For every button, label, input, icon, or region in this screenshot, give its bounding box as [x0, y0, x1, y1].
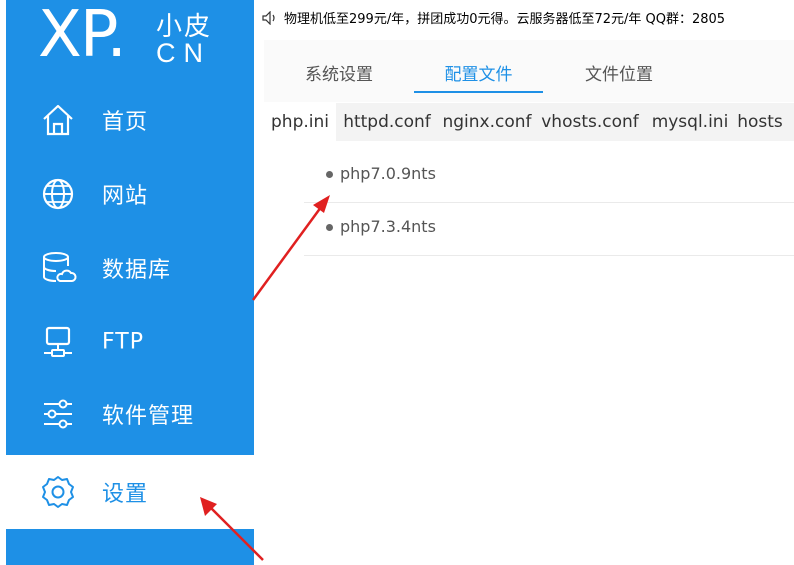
sidebar-item-ftp[interactable]: FTP	[6, 305, 254, 379]
subtab-php-ini[interactable]: php.ini	[264, 103, 336, 141]
sidebar-item-label: 软件管理	[102, 404, 195, 429]
sidebar-item-home[interactable]: 首页	[6, 83, 254, 157]
bullet-icon	[326, 224, 333, 231]
sidebar-item-label: 数据库	[102, 258, 172, 283]
tab-config-files[interactable]: 配置文件	[414, 60, 543, 93]
config-file-tabs: php.ini httpd.conf nginx.conf vhosts.con…	[264, 103, 794, 141]
list-item[interactable]: php7.3.4nts	[304, 203, 794, 256]
ftp-icon	[44, 326, 72, 357]
logo-small-bottom: CN	[156, 38, 211, 68]
list-item[interactable]: php7.0.9nts	[304, 150, 794, 203]
bullet-icon	[326, 171, 333, 178]
home-icon	[43, 104, 73, 136]
subtab-nginx-conf[interactable]: nginx.conf	[438, 103, 536, 141]
notice-text: 物理机低至299元/年，拼团成功0元得。云服务器低至72元/年 QQ群：2805	[284, 12, 726, 27]
php-version-label: php7.0.9nts	[340, 164, 436, 183]
sidebar-item-database[interactable]: 数据库	[6, 231, 254, 305]
sidebar-item-label: 网站	[102, 184, 149, 209]
gear-icon	[42, 476, 74, 508]
sidebar: XP. 小皮 CN 首页 网站 数据库 FTP 软件管理 设置	[6, 0, 254, 565]
sidebar-item-settings[interactable]: 设置	[6, 455, 254, 529]
sidebar-item-label: 首页	[102, 110, 149, 135]
sidebar-item-websites[interactable]: 网站	[6, 157, 254, 231]
sidebar-item-label: 设置	[102, 482, 149, 507]
main-tabs: 系统设置 配置文件 文件位置	[264, 40, 794, 102]
tab-file-locations[interactable]: 文件位置	[564, 60, 674, 90]
subtab-hosts[interactable]: hosts	[730, 103, 790, 141]
speaker-icon	[262, 11, 275, 25]
tab-system-settings[interactable]: 系统设置	[284, 60, 394, 90]
logo: XP. 小皮 CN	[38, 0, 248, 78]
sliders-icon	[44, 399, 72, 429]
sidebar-item-label: FTP	[102, 329, 144, 355]
sidebar-item-software[interactable]: 软件管理	[6, 377, 254, 451]
notice-bar: 物理机低至299元/年，拼团成功0元得。云服务器低至72元/年 QQ群：2805	[262, 8, 794, 28]
php-version-label: php7.3.4nts	[340, 217, 436, 236]
php-version-list: php7.0.9nts php7.3.4nts	[304, 150, 794, 256]
logo-xp: XP.	[38, 0, 127, 72]
database-icon	[43, 252, 77, 282]
subtab-mysql-ini[interactable]: mysql.ini	[644, 103, 736, 141]
subtab-vhosts-conf[interactable]: vhosts.conf	[538, 103, 642, 141]
subtab-httpd-conf[interactable]: httpd.conf	[338, 103, 436, 141]
globe-icon	[42, 178, 74, 210]
